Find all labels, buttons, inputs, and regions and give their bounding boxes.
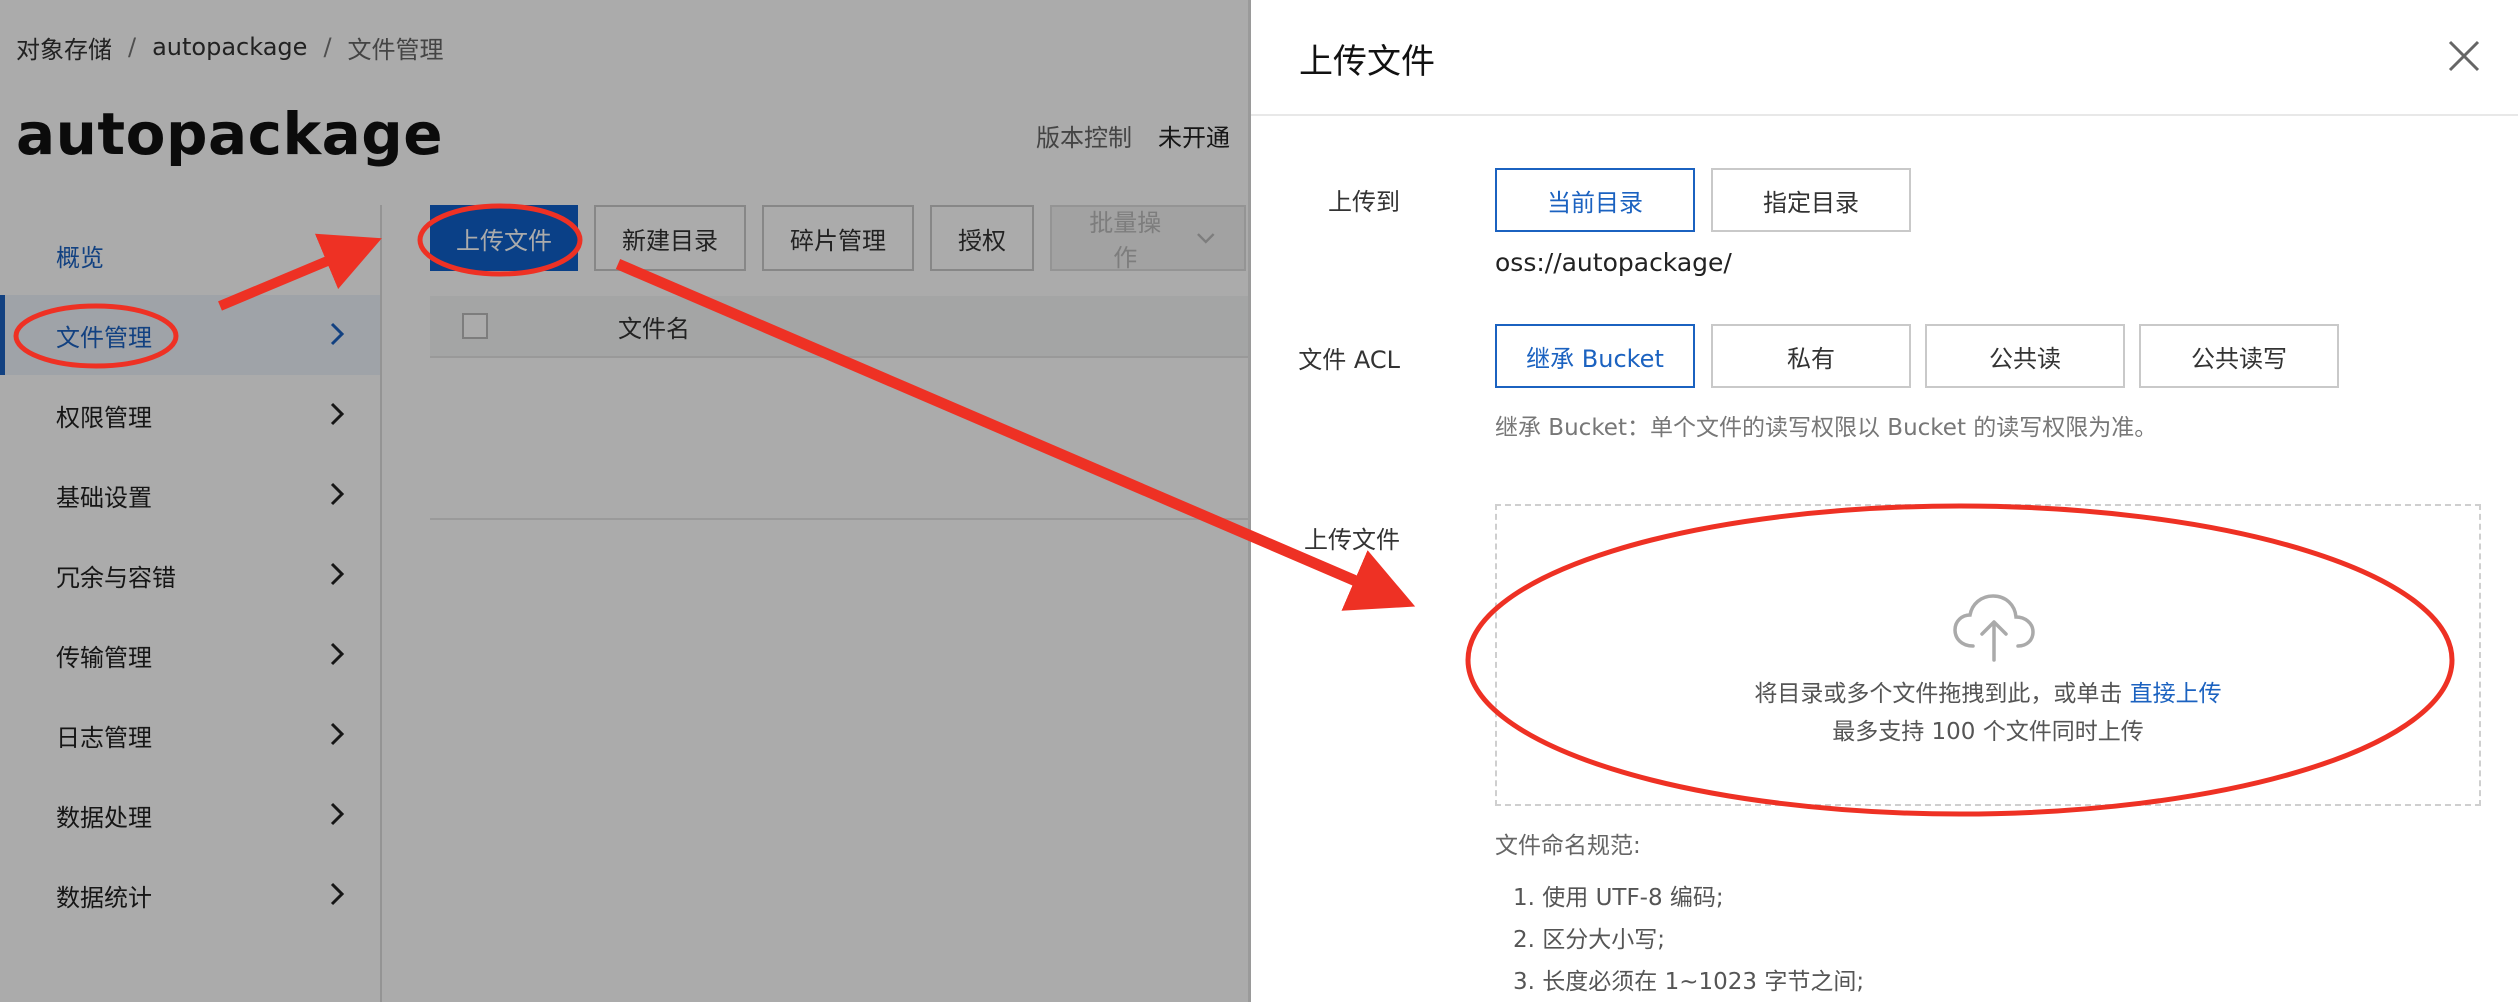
drop-limit-text: 最多支持 100 个文件同时上传 (1832, 719, 2144, 745)
upload-to-label: 上传到 (1328, 188, 1400, 216)
drop-instruction: 将目录或多个文件拖拽到此，或单击 (1754, 681, 2123, 707)
cloud-upload-icon (1953, 594, 2035, 662)
drop-zone-text: 将目录或多个文件拖拽到此，或单击 直接上传 (1497, 674, 2479, 708)
upload-path: oss://autopackage/ (1495, 248, 1732, 277)
modal-mask[interactable] (0, 0, 1248, 1002)
drawer-header: 上传文件 (1251, 0, 2518, 116)
drawer-title: 上传文件 (1299, 42, 1435, 82)
naming-rules-title: 文件命名规范: (1495, 833, 1641, 859)
naming-rule-item: 2. 区分大小写; (1513, 927, 1666, 953)
specify-directory-option[interactable]: 指定目录 (1711, 168, 1911, 232)
console-page: 对象存储 / autopackage / 文件管理 autopackage 版本… (0, 0, 1248, 1002)
acl-label: 文件 ACL (1298, 346, 1400, 374)
acl-public-read-option[interactable]: 公共读 (1925, 324, 2125, 388)
acl-inherit-bucket-option[interactable]: 继承 Bucket (1495, 324, 1695, 388)
naming-rule-item: 1. 使用 UTF-8 编码; (1513, 885, 1724, 911)
close-icon[interactable] (2444, 36, 2484, 76)
acl-hint: 继承 Bucket：单个文件的读写权限以 Bucket 的读写权限为准。 (1495, 415, 2158, 441)
upload-file-label: 上传文件 (1304, 526, 1400, 554)
acl-public-read-write-option[interactable]: 公共读写 (2139, 324, 2339, 388)
file-drop-zone[interactable]: 将目录或多个文件拖拽到此，或单击 直接上传 最多支持 100 个文件同时上传 (1495, 504, 2481, 806)
current-directory-option[interactable]: 当前目录 (1495, 168, 1695, 232)
acl-private-option[interactable]: 私有 (1711, 324, 1911, 388)
naming-rule-item: 3. 长度必须在 1~1023 字节之间; (1513, 969, 1865, 995)
direct-upload-link[interactable]: 直接上传 (2130, 681, 2222, 707)
upload-drawer: 上传文件 上传到 当前目录 指定目录 oss://autopackage/ 文件… (1248, 0, 2518, 1002)
